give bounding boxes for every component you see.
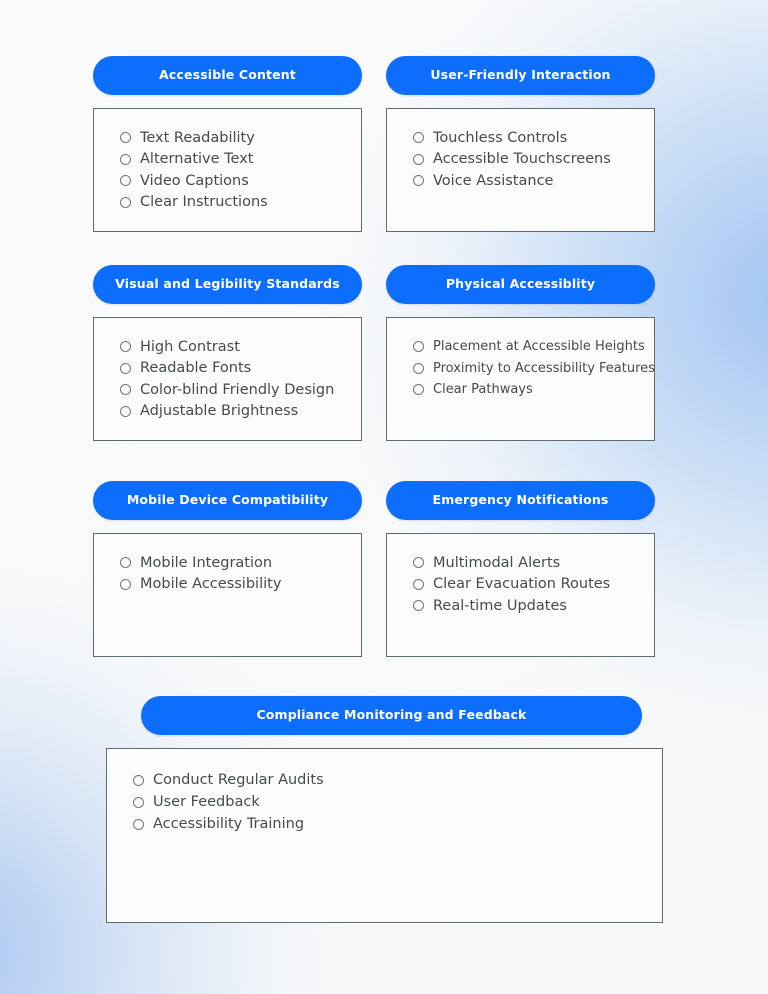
radio-circle-icon[interactable] bbox=[133, 818, 144, 830]
list-item-label: Video Captions bbox=[140, 172, 249, 189]
list-item[interactable]: Clear Pathways bbox=[413, 379, 654, 401]
section-title: User-Friendly Interaction bbox=[430, 67, 611, 83]
section-card-physical-accessiblity: Placement at Accessible Heights Proximit… bbox=[386, 317, 655, 441]
radio-circle-icon[interactable] bbox=[120, 384, 131, 396]
list-item-label: Proximity to Accessibility Features bbox=[433, 360, 655, 376]
checklist: Text Readability Alternative Text Video … bbox=[94, 109, 361, 213]
list-item-label: Touchless Controls bbox=[433, 129, 568, 146]
radio-circle-icon[interactable] bbox=[120, 405, 131, 417]
list-item-label: Clear Instructions bbox=[140, 194, 268, 211]
accessibility-checklist-page: Accessible Content Text Readability Alte… bbox=[0, 0, 768, 994]
radio-circle-icon[interactable] bbox=[413, 341, 424, 353]
radio-circle-icon[interactable] bbox=[133, 796, 144, 808]
checklist: Conduct Regular Audits User Feedback Acc… bbox=[107, 749, 662, 835]
list-item[interactable]: Proximity to Accessibility Features bbox=[413, 358, 655, 380]
list-item-label: Clear Evacuation Routes bbox=[433, 576, 611, 593]
section-title: Physical Accessiblity bbox=[445, 276, 596, 292]
list-item-label: Accessible Touchscreens bbox=[433, 151, 611, 168]
list-item-label: User Feedback bbox=[153, 794, 260, 810]
section-header-accessible-content[interactable]: Accessible Content bbox=[93, 56, 362, 95]
section-title: Mobile Device Compatibility bbox=[126, 492, 329, 508]
radio-circle-icon[interactable] bbox=[133, 774, 144, 786]
list-item[interactable]: Text Readability bbox=[120, 127, 361, 149]
radio-circle-icon[interactable] bbox=[120, 341, 131, 353]
checklist: Mobile Integration Mobile Accessibility bbox=[94, 534, 361, 595]
list-item-label: Text Readability bbox=[140, 129, 255, 146]
radio-circle-icon[interactable] bbox=[120, 153, 131, 165]
list-item-label: Mobile Accessibility bbox=[140, 576, 282, 593]
section-header-visual-and-legibility-standards[interactable]: Visual and Legibility Standards bbox=[93, 265, 362, 304]
list-item-label: Mobile Integration bbox=[140, 554, 273, 571]
radio-circle-icon[interactable] bbox=[413, 362, 424, 374]
list-item-label: Real-time Updates bbox=[433, 597, 567, 614]
list-item[interactable]: Clear Instructions bbox=[120, 192, 361, 214]
radio-circle-icon[interactable] bbox=[413, 132, 424, 144]
section-header-user-friendly-interaction[interactable]: User-Friendly Interaction bbox=[386, 56, 655, 95]
section-card-user-friendly-interaction: Touchless Controls Accessible Touchscree… bbox=[386, 108, 655, 232]
section-card-accessible-content: Text Readability Alternative Text Video … bbox=[93, 108, 362, 232]
list-item[interactable]: Touchless Controls bbox=[413, 127, 654, 149]
list-item-label: Clear Pathways bbox=[433, 382, 533, 398]
radio-circle-icon[interactable] bbox=[120, 362, 131, 374]
list-item[interactable]: User Feedback bbox=[133, 791, 662, 813]
list-item[interactable]: Video Captions bbox=[120, 170, 361, 192]
radio-circle-icon[interactable] bbox=[413, 153, 424, 165]
list-item[interactable]: Mobile Integration bbox=[120, 552, 361, 574]
list-item-label: High Contrast bbox=[140, 338, 240, 355]
list-item-label: Alternative Text bbox=[140, 151, 254, 168]
list-item-label: Placement at Accessible Heights bbox=[433, 339, 645, 355]
section-card-visual-and-legibility-standards: High Contrast Readable Fonts Color-blind… bbox=[93, 317, 362, 441]
list-item[interactable]: Accessible Touchscreens bbox=[413, 149, 654, 171]
list-item[interactable]: Readable Fonts bbox=[120, 358, 361, 380]
list-item[interactable]: Placement at Accessible Heights bbox=[413, 336, 654, 358]
radio-circle-icon[interactable] bbox=[413, 557, 424, 569]
section-card-emergency-notifications: Multimodal Alerts Clear Evacuation Route… bbox=[386, 533, 655, 657]
section-header-compliance-monitoring-and-feedback[interactable]: Compliance Monitoring and Feedback bbox=[141, 696, 642, 735]
radio-circle-icon[interactable] bbox=[413, 175, 424, 187]
radio-circle-icon[interactable] bbox=[413, 384, 424, 396]
list-item[interactable]: Multimodal Alerts bbox=[413, 552, 654, 574]
list-item[interactable]: Mobile Accessibility bbox=[120, 574, 361, 596]
section-card-compliance-monitoring-and-feedback: Conduct Regular Audits User Feedback Acc… bbox=[106, 748, 663, 923]
list-item[interactable]: Conduct Regular Audits bbox=[133, 769, 662, 791]
list-item-label: Voice Assistance bbox=[433, 172, 554, 189]
list-item-label: Multimodal Alerts bbox=[433, 554, 561, 571]
radio-circle-icon[interactable] bbox=[120, 175, 131, 187]
list-item[interactable]: High Contrast bbox=[120, 336, 361, 358]
checklist: Multimodal Alerts Clear Evacuation Route… bbox=[387, 534, 654, 617]
list-item-label: Color-blind Friendly Design bbox=[140, 381, 335, 398]
list-item-label: Conduct Regular Audits bbox=[153, 772, 324, 788]
section-header-emergency-notifications[interactable]: Emergency Notifications bbox=[386, 481, 655, 520]
list-item-label: Accessibility Training bbox=[153, 816, 305, 832]
radio-circle-icon[interactable] bbox=[120, 578, 131, 590]
section-title: Emergency Notifications bbox=[432, 492, 609, 508]
list-item[interactable]: Real-time Updates bbox=[413, 595, 654, 617]
radio-circle-icon[interactable] bbox=[120, 557, 131, 569]
radio-circle-icon[interactable] bbox=[120, 196, 131, 208]
list-item[interactable]: Accessibility Training bbox=[133, 813, 662, 835]
checklist: Touchless Controls Accessible Touchscree… bbox=[387, 109, 654, 192]
list-item[interactable]: Alternative Text bbox=[120, 149, 361, 171]
list-item[interactable]: Voice Assistance bbox=[413, 170, 654, 192]
section-title: Accessible Content bbox=[159, 67, 296, 83]
list-item-label: Readable Fonts bbox=[140, 360, 252, 377]
checklist: Placement at Accessible Heights Proximit… bbox=[387, 318, 655, 401]
section-card-mobile-device-compatibility: Mobile Integration Mobile Accessibility bbox=[93, 533, 362, 657]
section-title: Compliance Monitoring and Feedback bbox=[256, 707, 527, 723]
radio-circle-icon[interactable] bbox=[413, 578, 424, 590]
list-item-label: Adjustable Brightness bbox=[140, 403, 299, 420]
checklist: High Contrast Readable Fonts Color-blind… bbox=[94, 318, 361, 422]
list-item[interactable]: Color-blind Friendly Design bbox=[120, 379, 361, 401]
list-item[interactable]: Clear Evacuation Routes bbox=[413, 574, 654, 596]
section-header-physical-accessiblity[interactable]: Physical Accessiblity bbox=[386, 265, 655, 304]
radio-circle-icon[interactable] bbox=[120, 132, 131, 144]
list-item[interactable]: Adjustable Brightness bbox=[120, 401, 361, 423]
radio-circle-icon[interactable] bbox=[413, 600, 424, 612]
section-title: Visual and Legibility Standards bbox=[115, 276, 340, 292]
section-header-mobile-device-compatibility[interactable]: Mobile Device Compatibility bbox=[93, 481, 362, 520]
